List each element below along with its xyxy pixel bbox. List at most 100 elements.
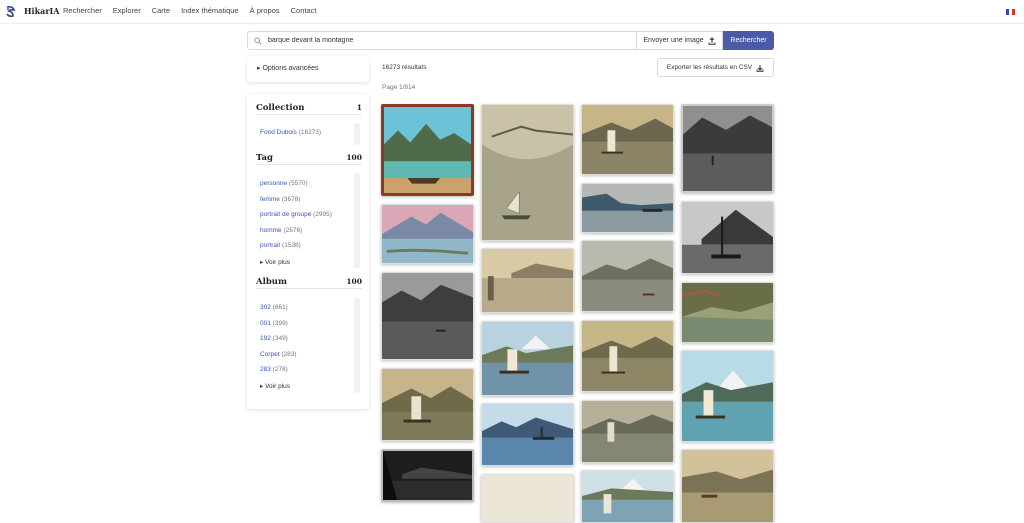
facet-album-header: Album 100	[256, 275, 362, 289]
facet-item[interactable]: Fond Dubois (16273)	[260, 129, 355, 145]
facets-panel: Collection 1 Fond Dubois (16273) Tag 100…	[247, 94, 369, 409]
result-image[interactable]	[481, 104, 574, 241]
result-image[interactable]	[481, 474, 574, 523]
facet-album-list: 302 (661) 001 (399) 192 (349) Corpet (28…	[260, 304, 355, 390]
result-image[interactable]	[581, 104, 674, 175]
facet-album-count: 100	[346, 277, 362, 286]
nav-link-carte[interactable]: Carte	[152, 6, 170, 15]
facet-collection-header: Collection 1	[256, 101, 362, 115]
result-image[interactable]	[381, 104, 474, 196]
nav-links: Rechercher Explorer Carte Index thématiq…	[63, 6, 317, 15]
result-image[interactable]	[681, 104, 774, 193]
facet-item-count: (283)	[281, 350, 297, 358]
result-image[interactable]	[381, 449, 474, 502]
nav-link-index[interactable]: Index thématique	[181, 6, 239, 15]
nav-link-apropos[interactable]: À propos	[250, 6, 280, 15]
result-image[interactable]	[581, 183, 674, 233]
result-image[interactable]	[381, 272, 474, 360]
result-image[interactable]	[681, 350, 774, 442]
facet-item-label[interactable]: 283	[260, 366, 271, 373]
result-image[interactable]	[581, 320, 674, 392]
photo-thumbnail	[482, 475, 573, 522]
facet-item[interactable]: 192 (349)	[260, 335, 355, 351]
nav-link-explorer[interactable]: Explorer	[113, 6, 141, 15]
facet-item-count: (3678)	[281, 195, 301, 203]
result-image[interactable]	[481, 403, 574, 466]
french-flag-icon[interactable]	[1006, 9, 1015, 15]
search-button[interactable]: Rechercher	[723, 31, 774, 50]
photo-thumbnail	[382, 205, 473, 263]
result-image[interactable]	[381, 204, 474, 264]
facet-item[interactable]: portrait de groupe (2995)	[260, 211, 355, 227]
facet-item-label[interactable]: homme	[260, 227, 282, 234]
nav-link-contact[interactable]: Contact	[291, 6, 317, 15]
facet-item-label[interactable]: 192	[260, 335, 271, 342]
facet-item-count: (278)	[272, 366, 288, 373]
facet-item-label[interactable]: 302	[260, 304, 271, 311]
album-voir-plus-button[interactable]: ▸ Voir plus	[260, 382, 355, 390]
photo-thumbnail	[382, 273, 473, 359]
facet-item[interactable]: homme (2576)	[260, 227, 355, 243]
photo-thumbnail	[582, 401, 673, 462]
facet-album-scrollbar[interactable]	[354, 298, 360, 393]
result-image[interactable]	[681, 201, 774, 274]
photo-thumbnail	[482, 322, 573, 395]
facet-tag-list: personne (5570) femme (3678) portrait de…	[260, 180, 355, 266]
photo-thumbnail	[582, 471, 673, 522]
result-image[interactable]	[481, 321, 574, 396]
upload-image-label: Envoyer une image	[643, 37, 704, 44]
facet-item[interactable]: 001 (399)	[260, 320, 355, 336]
facet-item-label[interactable]: personne	[260, 180, 287, 187]
facet-item[interactable]: 283 (278)	[260, 366, 355, 382]
facet-collection-list: Fond Dubois (16273)	[260, 129, 355, 145]
export-csv-label: Exporter les résultats en CSV	[666, 64, 753, 71]
facet-item[interactable]: portrait (1538)	[260, 242, 355, 258]
photo-thumbnail	[682, 202, 773, 273]
facet-item-label[interactable]: Fond Dubois	[260, 129, 297, 136]
nav-link-rechercher[interactable]: Rechercher	[63, 6, 102, 15]
photo-thumbnail	[582, 321, 673, 391]
photo-thumbnail	[582, 241, 673, 311]
result-image[interactable]	[581, 400, 674, 463]
photo-thumbnail	[682, 283, 773, 342]
result-image[interactable]	[681, 449, 774, 523]
export-csv-button[interactable]: Exporter les résultats en CSV	[657, 58, 774, 77]
facet-tag-count: 100	[346, 153, 362, 162]
result-image[interactable]	[381, 368, 474, 441]
facet-item-label[interactable]: portrait de groupe	[260, 211, 311, 218]
photo-thumbnail	[382, 369, 473, 440]
download-icon	[756, 64, 764, 72]
facet-item-count: (2995)	[313, 211, 332, 218]
facet-tag-scrollbar[interactable]	[354, 173, 360, 268]
logo-icon[interactable]	[4, 5, 17, 18]
upload-image-button[interactable]: Envoyer une image	[637, 31, 723, 50]
facet-item-label[interactable]: 001	[260, 320, 271, 327]
facet-item-count: (2576)	[283, 226, 303, 234]
result-image[interactable]	[481, 248, 574, 313]
facet-item[interactable]: 302 (661)	[260, 304, 355, 320]
search-input[interactable]	[266, 32, 631, 49]
facet-item-label[interactable]: Corpet	[260, 351, 280, 358]
upload-icon	[708, 36, 716, 45]
facet-item-count: (1538)	[282, 242, 301, 249]
facet-collection-scrollbar[interactable]	[354, 123, 360, 145]
photo-thumbnail	[384, 107, 471, 193]
facet-item[interactable]: Corpet (283)	[260, 351, 355, 367]
result-image[interactable]	[581, 240, 674, 312]
facet-item-label[interactable]: portrait	[260, 242, 280, 249]
brand-name[interactable]: HikarIA	[24, 6, 60, 16]
search-icon	[254, 37, 262, 45]
facet-item-label[interactable]: femme	[260, 196, 280, 203]
facet-album-title: Album	[256, 276, 287, 287]
advanced-options-toggle[interactable]: ▸ Options avancées	[247, 56, 369, 82]
facet-item-count: (399)	[272, 319, 288, 327]
facet-item[interactable]: femme (3678)	[260, 196, 355, 212]
tag-voir-plus-button[interactable]: ▸ Voir plus	[260, 258, 355, 266]
result-image[interactable]	[681, 282, 774, 343]
result-image[interactable]	[581, 470, 674, 523]
page-indicator: Page 1/814	[382, 84, 416, 91]
facet-tag-header: Tag 100	[256, 151, 362, 165]
facet-item[interactable]: personne (5570)	[260, 180, 355, 196]
search-box	[247, 31, 637, 50]
photo-thumbnail	[482, 105, 573, 240]
